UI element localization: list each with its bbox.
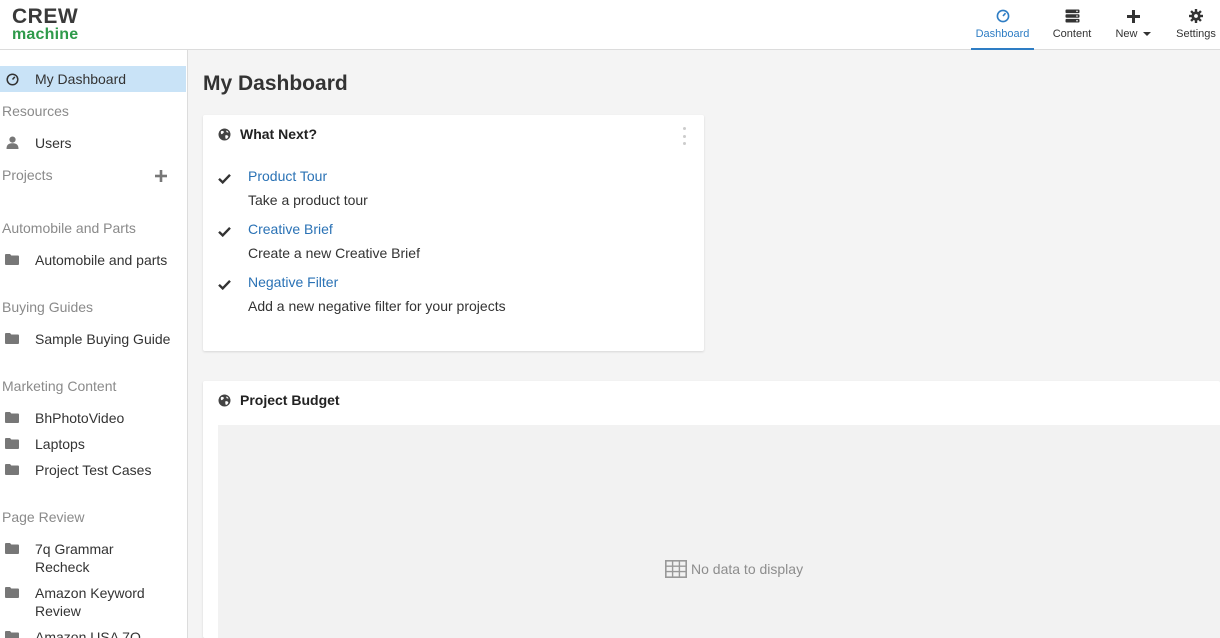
nav-content-label: Content: [1052, 28, 1092, 40]
gear-icon: [1189, 6, 1203, 26]
sidebar-heading-group: Automobile and Parts: [2, 220, 136, 236]
project-budget-title: Project Budget: [240, 392, 340, 408]
negative-filter-link[interactable]: Negative Filter: [248, 274, 338, 290]
folder-icon: [5, 331, 19, 345]
globe-icon: [218, 128, 231, 141]
empty-state: No data to display: [665, 560, 803, 578]
nav-new-label: New: [1115, 28, 1151, 40]
dashboard-icon: [5, 72, 19, 86]
crew-machine-logo[interactable]: CREW machine: [12, 6, 78, 43]
sidebar-item-label: Automobile and parts: [35, 252, 168, 268]
sidebar-item-project[interactable]: Laptops: [0, 435, 186, 453]
nav-settings-label: Settings: [1176, 28, 1216, 40]
sidebar-heading-group: Page Review: [2, 509, 85, 525]
what-next-card: What Next? Product Tour Take a product t…: [203, 115, 704, 351]
logo-line-1: CREW: [12, 5, 79, 28]
sidebar-item-project[interactable]: Automobile and parts: [0, 251, 186, 269]
check-icon: [218, 171, 232, 185]
sidebar-item-label: Project Test Cases: [35, 462, 152, 478]
sidebar-item-project[interactable]: Sample Buying Guide: [0, 330, 186, 348]
nav-settings[interactable]: Settings: [1174, 0, 1218, 50]
nav-new[interactable]: New: [1112, 0, 1154, 50]
folder-icon: [5, 585, 19, 599]
folder-icon: [5, 629, 19, 638]
sidebar-item-project[interactable]: Amazon USA 7Q: [0, 628, 186, 638]
sidebar-item-label: Amazon USA 7Q: [35, 629, 141, 638]
logo-line-2: machine: [12, 26, 79, 43]
sidebar-item-label: My Dashboard: [35, 71, 127, 87]
sidebar-item-label: BhPhotoVideo: [35, 410, 125, 426]
folder-icon: [5, 410, 19, 424]
sidebar: My Dashboard Resources Users Projects Au…: [0, 50, 188, 638]
sidebar-item-label: 7q Grammar Recheck: [35, 541, 114, 575]
budget-chart-area: No data to display: [218, 425, 1220, 638]
sidebar-item-project[interactable]: Amazon Keyword Review: [0, 584, 186, 620]
more-options-icon[interactable]: [681, 127, 687, 145]
globe-icon: [218, 394, 231, 407]
sidebar-heading-resources: Resources: [2, 103, 69, 119]
nav-dashboard-label: Dashboard: [975, 28, 1030, 40]
no-data-text: No data to display: [691, 561, 804, 577]
nav-dashboard[interactable]: Dashboard: [971, 0, 1034, 50]
sidebar-item-users[interactable]: Users: [0, 134, 186, 152]
task-description: Take a product tour: [248, 192, 368, 208]
folder-icon: [5, 252, 19, 266]
what-next-title: What Next?: [240, 126, 317, 142]
folder-icon: [5, 436, 19, 450]
sidebar-item-project[interactable]: Project Test Cases: [0, 461, 186, 479]
folder-icon: [5, 462, 19, 476]
user-icon: [5, 135, 19, 149]
sidebar-item-label: Sample Buying Guide: [35, 331, 171, 347]
task-description: Add a new negative filter for your proje…: [248, 298, 506, 314]
table-icon: [665, 560, 687, 578]
folder-icon: [5, 541, 19, 555]
product-tour-link[interactable]: Product Tour: [248, 168, 327, 184]
caret-down-icon: [1142, 32, 1151, 37]
sidebar-item-my-dashboard[interactable]: My Dashboard: [0, 66, 186, 92]
check-icon: [218, 277, 232, 291]
server-icon: [1065, 6, 1080, 26]
project-budget-card: Project Budget No data to display: [203, 381, 1220, 638]
sidebar-item-project[interactable]: 7q Grammar Recheck: [0, 540, 186, 576]
sidebar-item-label: Amazon Keyword Review: [35, 585, 145, 619]
top-header: CREW machine Dashboard Content New Setti…: [0, 0, 1220, 50]
page-title: My Dashboard: [203, 72, 348, 95]
sidebar-heading-group: Buying Guides: [2, 299, 94, 315]
sidebar-item-label: Laptops: [35, 436, 85, 452]
check-icon: [218, 224, 232, 238]
dashboard-icon: [996, 6, 1010, 26]
plus-icon: [1126, 6, 1140, 26]
sidebar-heading-group: Marketing Content: [2, 378, 117, 394]
creative-brief-link[interactable]: Creative Brief: [248, 221, 333, 237]
sidebar-item-project[interactable]: BhPhotoVideo: [0, 409, 186, 427]
sidebar-item-label: Users: [35, 135, 72, 151]
nav-content[interactable]: Content: [1049, 0, 1095, 50]
task-description: Create a new Creative Brief: [248, 245, 420, 261]
sidebar-heading-projects: Projects: [2, 167, 53, 183]
add-project-icon[interactable]: [155, 169, 169, 183]
